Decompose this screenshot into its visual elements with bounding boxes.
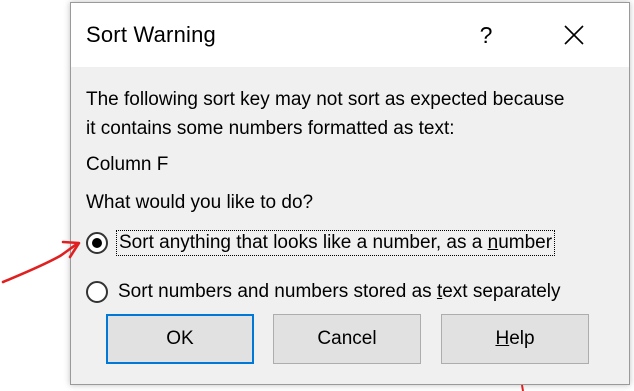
screenshot-canvas: Sort Warning ? The following sort key ma… bbox=[0, 0, 634, 391]
label-text-rest: ext separately bbox=[442, 281, 561, 302]
warning-message: The following sort key may not sort as e… bbox=[86, 85, 626, 143]
option-sort-separately[interactable]: Sort numbers and numbers stored as text … bbox=[86, 277, 563, 307]
question-text: What would you like to do? bbox=[86, 192, 314, 213]
ok-button[interactable]: OK bbox=[106, 314, 254, 364]
title-bar: Sort Warning ? bbox=[71, 3, 629, 67]
sort-warning-dialog: Sort Warning ? The following sort key ma… bbox=[70, 2, 630, 385]
ok-button-label: OK bbox=[166, 328, 194, 349]
close-icon bbox=[564, 25, 584, 45]
help-button-label: Help bbox=[495, 328, 534, 350]
option-sort-as-number-label[interactable]: Sort anything that looks like a number, … bbox=[116, 230, 556, 256]
radio-button-unchecked[interactable] bbox=[86, 281, 108, 303]
warning-message-line-2: it contains some numbers formatted as te… bbox=[86, 118, 455, 139]
mnemonic-letter: n bbox=[487, 232, 499, 253]
cancel-button[interactable]: Cancel bbox=[273, 314, 421, 364]
close-button[interactable] bbox=[552, 17, 596, 53]
cancel-button-label: Cancel bbox=[317, 328, 377, 349]
dialog-title: Sort Warning bbox=[86, 22, 216, 47]
option-sort-separately-label[interactable]: Sort numbers and numbers stored as text … bbox=[116, 280, 563, 304]
label-text: Sort anything that looks like a number, … bbox=[119, 232, 488, 253]
option-sort-as-number[interactable]: Sort anything that looks like a number, … bbox=[86, 228, 556, 258]
sort-key-column: Column F bbox=[86, 154, 169, 175]
help-button[interactable]: Help bbox=[441, 314, 589, 364]
title-help-button[interactable]: ? bbox=[466, 17, 506, 53]
mnemonic-letter: H bbox=[495, 328, 510, 349]
radio-button-checked[interactable] bbox=[86, 232, 108, 254]
label-text-rest: umber bbox=[498, 232, 553, 253]
warning-message-line-1: The following sort key may not sort as e… bbox=[86, 89, 565, 110]
label-text: Sort numbers and numbers stored as bbox=[118, 281, 437, 302]
label-text-rest: elp bbox=[509, 328, 535, 349]
